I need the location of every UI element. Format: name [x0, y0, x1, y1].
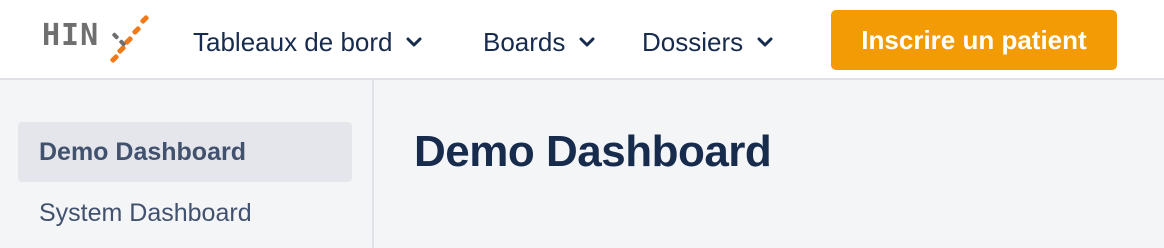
- logo-text: HIN: [42, 18, 100, 53]
- register-patient-button[interactable]: Inscrire un patient: [831, 10, 1117, 70]
- hin-logo[interactable]: HIN: [40, 14, 156, 66]
- chevron-down-icon: [406, 37, 422, 47]
- chevron-down-icon: [579, 37, 595, 47]
- main-content: Demo Dashboard: [374, 80, 1164, 248]
- logo-mark-icon: [110, 15, 149, 63]
- sidebar-item-system-dashboard[interactable]: System Dashboard: [18, 184, 352, 242]
- sidebar-item-demo-dashboard[interactable]: Demo Dashboard: [18, 122, 352, 182]
- nav-boards[interactable]: Boards: [483, 22, 595, 62]
- top-navigation-bar: HIN Tableaux de bord Boards Dossiers Ins…: [0, 0, 1164, 80]
- chevron-down-icon: [757, 37, 773, 47]
- nav-label: Tableaux de bord: [193, 26, 393, 57]
- nav-label: Boards: [483, 26, 566, 57]
- page-title: Demo Dashboard: [414, 127, 772, 176]
- sidebar: Demo Dashboard System Dashboard: [0, 80, 374, 248]
- nav-label: Dossiers: [642, 26, 744, 57]
- nav-tableaux-de-bord[interactable]: Tableaux de bord: [193, 22, 422, 62]
- nav-dossiers[interactable]: Dossiers: [642, 22, 773, 62]
